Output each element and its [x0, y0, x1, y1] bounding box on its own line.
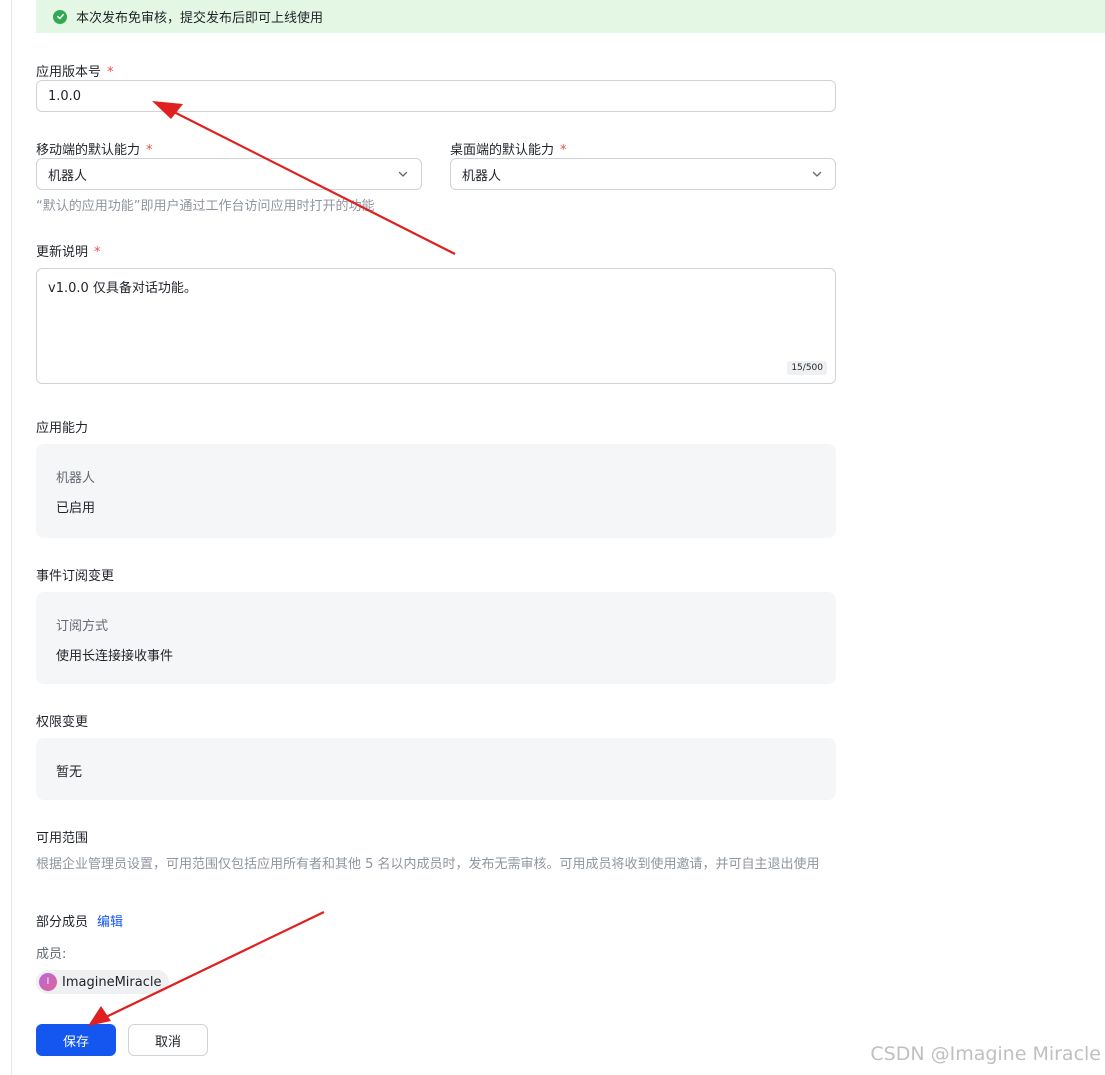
availability-description: 根据企业管理员设置，可用范围仅包括应用所有者和其他 5 名以内成员时，发布无需审… [36, 857, 820, 872]
cancel-button[interactable]: 取消 [128, 1024, 208, 1056]
default-capability-hint: “默认的应用功能”即用户通过工作台访问应用时打开的功能 [36, 199, 375, 214]
desktop-default-select[interactable]: 机器人 [450, 158, 836, 190]
mobile-default-label: 移动端的默认能力 * [36, 139, 153, 158]
avatar: I [39, 973, 57, 991]
version-label-text: 应用版本号 [36, 65, 102, 80]
permissions-value: 暂无 [56, 765, 83, 780]
version-input[interactable]: 1.0.0 [36, 80, 836, 112]
permissions-card: 暂无 [36, 738, 836, 800]
desktop-default-label-text: 桌面端的默认能力 [450, 143, 555, 158]
banner-text: 本次发布免审核，提交发布后即可上线使用 [76, 11, 324, 26]
subscription-method-value: 使用长连接接收事件 [56, 649, 174, 664]
required-mark: * [560, 143, 567, 158]
left-divider [11, 0, 12, 1075]
subscription-method-label: 订阅方式 [56, 619, 109, 634]
version-label: 应用版本号 * [36, 61, 114, 80]
desktop-default-label: 桌面端的默认能力 * [450, 139, 567, 158]
scope-label: 部分成员 [36, 915, 89, 930]
members-label: 成员: [36, 947, 67, 962]
scope-row: 部分成员 编辑 [36, 911, 123, 930]
char-counter: 15/500 [787, 361, 827, 375]
availability-heading: 可用范围 [36, 831, 89, 846]
required-mark: * [146, 143, 153, 158]
save-button[interactable]: 保存 [36, 1024, 116, 1056]
capabilities-card: 机器人 已启用 [36, 444, 836, 538]
event-subscription-card: 订阅方式 使用长连接接收事件 [36, 592, 836, 684]
success-banner: 本次发布免审核，提交发布后即可上线使用 [36, 0, 1105, 33]
capabilities-heading: 应用能力 [36, 421, 89, 436]
check-circle-icon [53, 9, 67, 24]
mobile-default-select[interactable]: 机器人 [36, 158, 422, 190]
annotation-arrow-save [88, 911, 325, 1026]
required-mark: * [107, 65, 114, 80]
watermark: CSDN @Imagine Miracle [870, 1043, 1101, 1065]
desktop-default-value: 机器人 [462, 168, 502, 184]
capability-status: 已启用 [56, 501, 96, 516]
member-name: ImagineMiracle [62, 974, 162, 990]
release-notes-value: v1.0.0 仅具备对话功能。 [48, 281, 197, 296]
release-notes-label: 更新说明 * [36, 241, 101, 260]
release-notes-textarea[interactable]: v1.0.0 仅具备对话功能。 15/500 [36, 268, 836, 384]
capability-name: 机器人 [56, 471, 96, 486]
event-subscription-heading: 事件订阅变更 [36, 569, 115, 584]
mobile-default-label-text: 移动端的默认能力 [36, 143, 141, 158]
version-value: 1.0.0 [48, 88, 82, 104]
chevron-down-icon [812, 171, 822, 177]
edit-scope-link[interactable]: 编辑 [97, 915, 123, 930]
member-chip: I ImagineMiracle [36, 970, 170, 994]
required-mark: * [94, 245, 101, 260]
mobile-default-value: 机器人 [48, 168, 88, 184]
permissions-heading: 权限变更 [36, 715, 89, 730]
chevron-down-icon [398, 171, 408, 177]
release-notes-label-text: 更新说明 [36, 245, 89, 260]
